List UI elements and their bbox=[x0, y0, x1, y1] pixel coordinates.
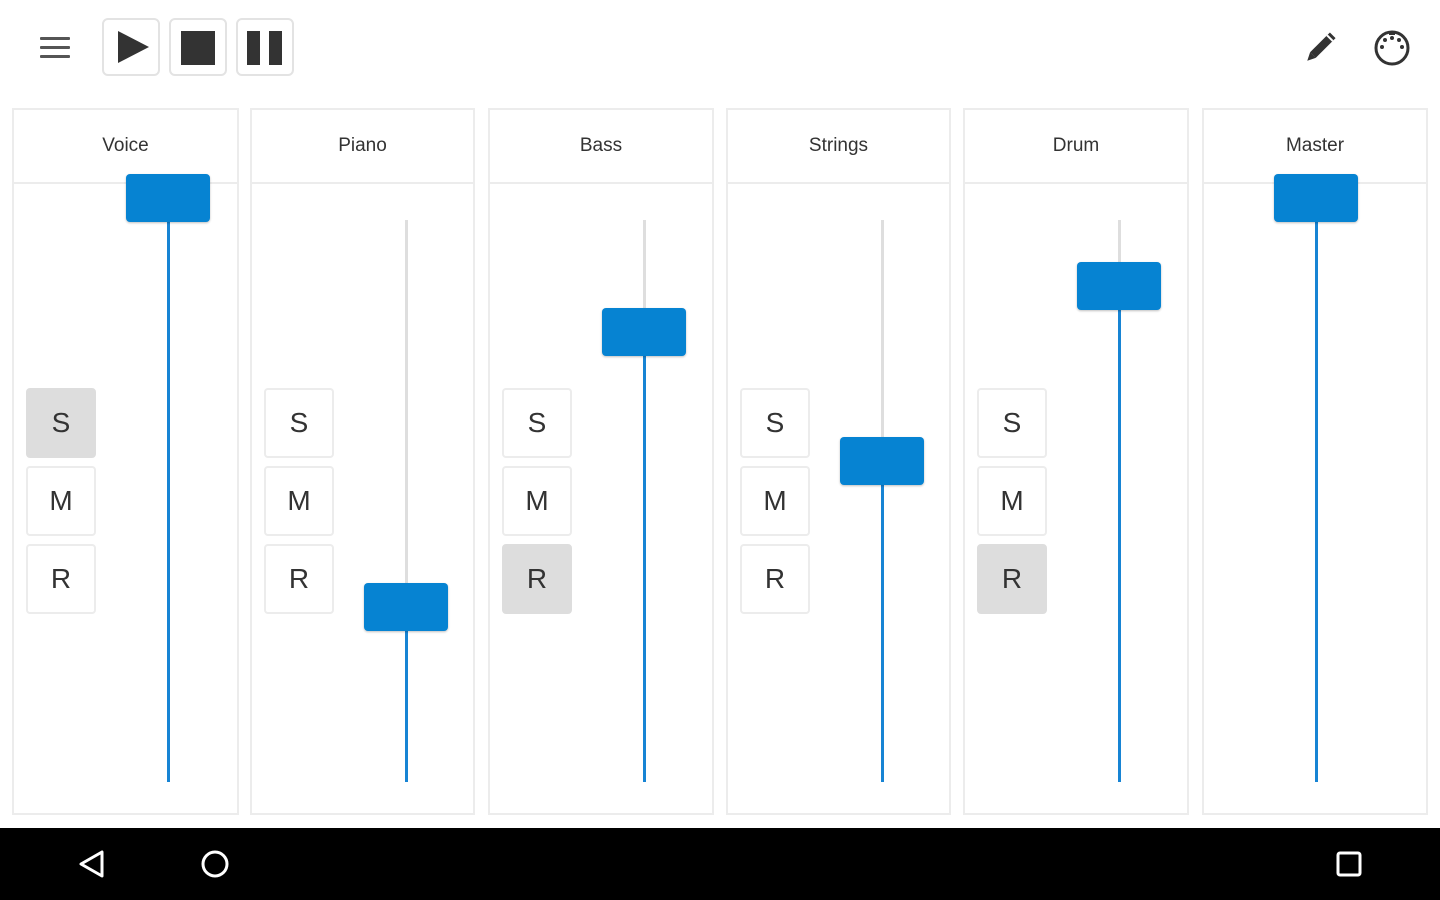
record-button[interactable]: R bbox=[502, 544, 572, 614]
pause-button[interactable] bbox=[236, 18, 294, 76]
volume-fader-fill bbox=[1315, 198, 1318, 782]
midi-connector-icon bbox=[1374, 30, 1410, 66]
hamburger-menu-icon bbox=[40, 37, 70, 40]
mute-button[interactable]: M bbox=[264, 466, 334, 536]
solo-button[interactable]: S bbox=[977, 388, 1047, 458]
hamburger-menu-icon-line bbox=[40, 55, 70, 58]
channel-strip: Piano S M R bbox=[250, 108, 475, 815]
channel-strip: Bass S M R bbox=[488, 108, 714, 815]
volume-fader-fill bbox=[643, 332, 646, 782]
stop-button[interactable] bbox=[169, 18, 227, 76]
pencil-icon bbox=[1307, 32, 1336, 61]
back-triangle-icon bbox=[79, 850, 104, 878]
mute-button[interactable]: M bbox=[502, 466, 572, 536]
master-volume-fader-track[interactable] bbox=[1274, 174, 1358, 782]
record-button[interactable]: R bbox=[26, 544, 96, 614]
channel-strip: Strings S M R bbox=[726, 108, 951, 815]
system-navigation-bar bbox=[0, 828, 1440, 900]
menu-button[interactable] bbox=[30, 30, 78, 66]
record-button[interactable]: R bbox=[264, 544, 334, 614]
mute-button[interactable]: M bbox=[26, 466, 96, 536]
volume-fader-thumb[interactable] bbox=[602, 308, 686, 357]
record-button[interactable]: R bbox=[977, 544, 1047, 614]
mixer: Voice S M R Piano S M R Bass S M R Strin… bbox=[0, 108, 1440, 816]
master-channel-strip: Master bbox=[1202, 108, 1428, 815]
back-button[interactable] bbox=[70, 842, 114, 886]
channel-name: Voice bbox=[14, 110, 237, 184]
hamburger-menu-icon-line bbox=[40, 46, 70, 49]
channel-name: Drum bbox=[965, 110, 1187, 184]
volume-fader-fill bbox=[167, 198, 170, 782]
record-button[interactable]: R bbox=[740, 544, 810, 614]
channel-name: Strings bbox=[728, 110, 949, 184]
volume-fader-track[interactable] bbox=[840, 220, 924, 782]
volume-fader-thumb[interactable] bbox=[364, 582, 448, 631]
volume-fader-thumb[interactable] bbox=[126, 174, 210, 222]
mute-button[interactable]: M bbox=[740, 466, 810, 536]
volume-fader-fill bbox=[881, 460, 884, 782]
channel-name: Piano bbox=[252, 110, 473, 184]
channel-name: Master bbox=[1204, 110, 1426, 184]
mute-button[interactable]: M bbox=[977, 466, 1047, 536]
recent-apps-square-icon bbox=[1336, 851, 1362, 877]
volume-fader-track[interactable] bbox=[1077, 220, 1161, 782]
volume-fader-track[interactable] bbox=[126, 174, 210, 782]
channel-strip: Voice S M R bbox=[12, 108, 239, 815]
recent-apps-button[interactable] bbox=[1327, 842, 1371, 886]
volume-fader-thumb[interactable] bbox=[1274, 174, 1358, 222]
solo-button[interactable]: S bbox=[26, 388, 96, 458]
midi-settings-button[interactable] bbox=[1370, 26, 1414, 70]
edit-button[interactable] bbox=[1298, 26, 1342, 70]
play-icon bbox=[118, 31, 149, 63]
volume-fader-thumb[interactable] bbox=[1077, 261, 1161, 310]
volume-fader-track[interactable] bbox=[364, 220, 448, 782]
channel-strip: Drum S M R bbox=[963, 108, 1189, 815]
play-button[interactable] bbox=[102, 18, 160, 76]
volume-fader-track[interactable] bbox=[602, 220, 686, 782]
volume-fader-fill bbox=[1118, 285, 1121, 782]
solo-button[interactable]: S bbox=[740, 388, 810, 458]
home-button[interactable] bbox=[193, 842, 237, 886]
stop-icon bbox=[181, 31, 215, 65]
channel-name: Bass bbox=[490, 110, 712, 184]
volume-fader-fill bbox=[405, 606, 408, 782]
volume-fader-thumb[interactable] bbox=[840, 436, 924, 485]
solo-button[interactable]: S bbox=[264, 388, 334, 458]
home-circle-icon bbox=[201, 850, 229, 878]
pause-icon bbox=[247, 31, 282, 65]
solo-button[interactable]: S bbox=[502, 388, 572, 458]
toolbar bbox=[0, 0, 1440, 96]
